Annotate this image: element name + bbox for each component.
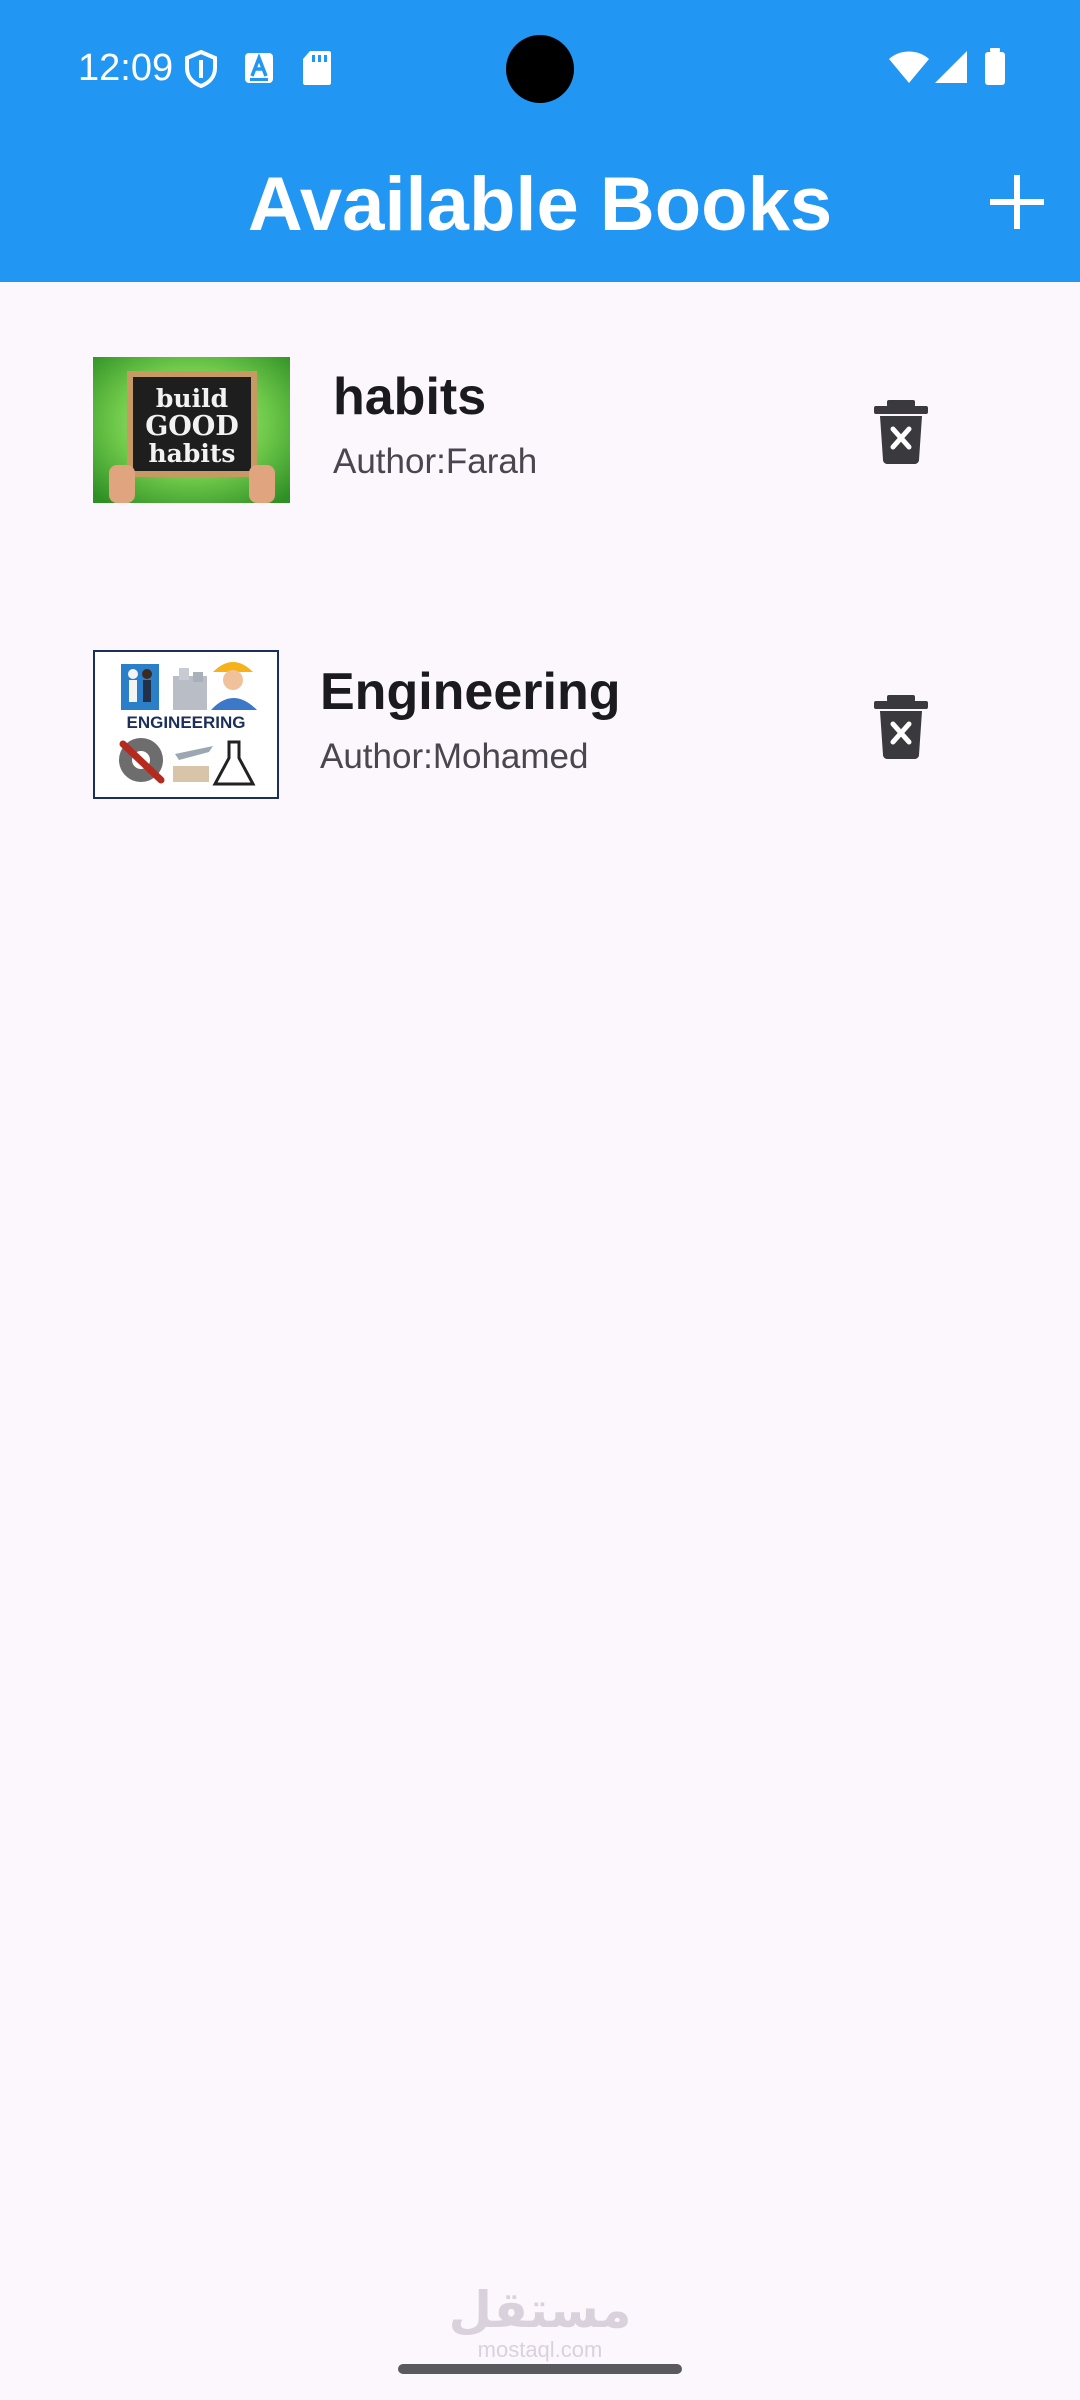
sd-card-icon (303, 51, 331, 85)
watermark-arabic: مستقل (448, 2282, 632, 2338)
watermark: مستقل mostaql.com (440, 2282, 640, 2362)
cell-signal-icon (935, 51, 967, 83)
camera-cutout (506, 35, 574, 103)
delete-book-button[interactable] (872, 400, 930, 464)
book-list-item[interactable]: ENGINEERING Engineering Author:Mohamed (0, 625, 1080, 825)
add-icon (990, 175, 1044, 229)
delete-icon (874, 400, 928, 464)
book-title: Engineering (320, 663, 621, 721)
text-a-icon (245, 53, 273, 83)
add-book-button[interactable] (975, 160, 1059, 244)
wifi-icon (889, 51, 929, 83)
delete-icon (874, 695, 928, 759)
book-author: Author:Farah (333, 442, 538, 481)
book-cover-image: ENGINEERING (93, 650, 279, 799)
home-indicator[interactable] (398, 2364, 682, 2374)
book-cover-image: build GOOD habits (93, 357, 290, 503)
battery-icon (985, 48, 1005, 85)
cover-text-line: GOOD (145, 411, 239, 442)
status-time: 12:09 (78, 47, 174, 89)
watermark-latin: mostaql.com (477, 2337, 603, 2362)
app-bar: 12:09 Available Books (0, 0, 1080, 282)
book-author: Author:Mohamed (320, 737, 589, 776)
book-list-item[interactable]: build GOOD habits habits Author:Farah (0, 330, 1080, 530)
book-title: habits (333, 368, 487, 426)
cover-text-line: habits (149, 439, 236, 468)
cover-text-line: ENGINEERING (126, 713, 245, 732)
cover-text-line: build (156, 384, 228, 413)
page-title: Available Books (247, 162, 833, 247)
shield-icon (185, 50, 217, 88)
delete-book-button[interactable] (872, 695, 930, 759)
